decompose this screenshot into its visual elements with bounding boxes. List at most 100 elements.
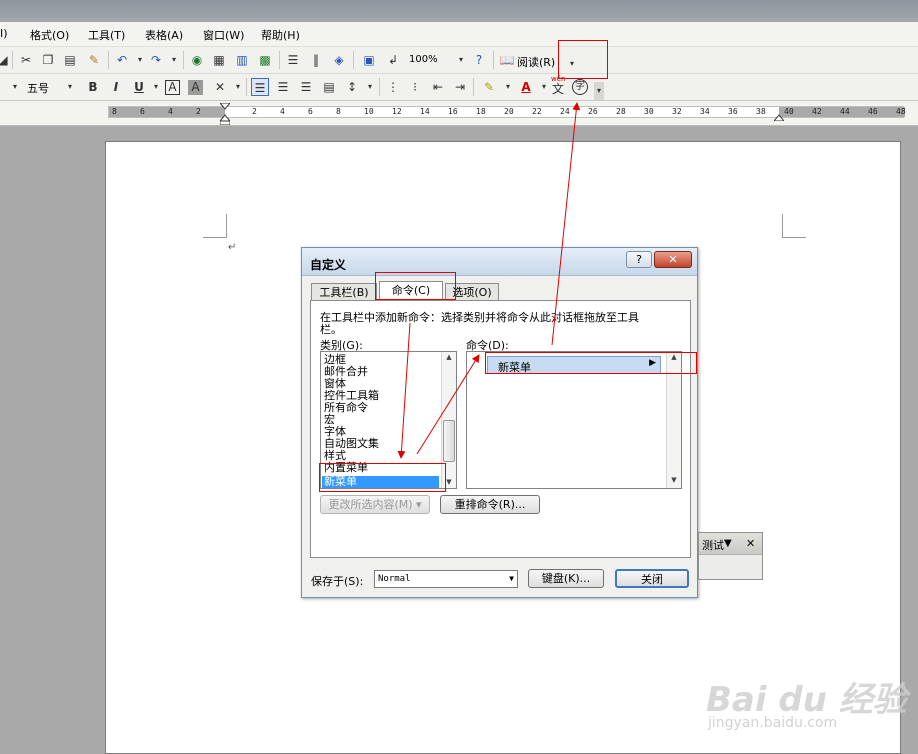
ruler-tick-label: 36 [728, 107, 738, 116]
line-spacing-icon[interactable]: ↕ [343, 78, 361, 96]
floating-toolbar-titlebar[interactable]: 测试 ▼ ✕ [699, 533, 762, 555]
highlight-dropdown-icon[interactable]: ▾ [499, 78, 517, 96]
annotation-box-toolbar-end [558, 40, 608, 79]
ruler-tick-label: 32 [672, 107, 682, 116]
show-hide-marks-icon[interactable]: ↲ [384, 51, 402, 69]
ruler-tick-label: 4 [280, 107, 285, 116]
menu-item-table[interactable]: 表格(A) [145, 27, 183, 43]
distributed-icon[interactable]: ▤ [320, 78, 338, 96]
menu-item-window[interactable]: 窗口(W) [203, 27, 244, 43]
phonetic-guide-button[interactable]: 文 [549, 80, 567, 98]
highlight-icon[interactable]: ✎ [480, 78, 498, 96]
insert-table-icon[interactable]: ▥ [233, 51, 251, 69]
hyperlink-icon[interactable]: ◉ [188, 51, 206, 69]
font-color-button[interactable]: A [517, 78, 535, 96]
insert-excel-icon[interactable]: ▩ [256, 51, 274, 69]
menu-item-tools[interactable]: 工具(T) [88, 27, 125, 43]
ruler-tick-label: 42 [812, 107, 822, 116]
tables-borders-icon[interactable]: ▦ [210, 51, 228, 69]
toolbar-separator [183, 51, 184, 69]
character-scaling-dropdown-icon[interactable]: ▾ [229, 78, 247, 96]
toolbar-options-chevron-icon[interactable]: ▾ [594, 82, 604, 100]
redo-dropdown-icon[interactable]: ▾ [165, 51, 183, 69]
ruler-tick-label: 6 [140, 107, 145, 116]
read-mode-label[interactable]: 阅读(R) [517, 54, 555, 70]
font-size-value[interactable]: 五号 [27, 80, 49, 96]
scroll-down-arrow-icon[interactable]: ▼ [667, 476, 681, 484]
underline-dropdown-icon[interactable]: ▾ [147, 78, 165, 96]
rearrange-commands-button[interactable]: 重排命令(R)... [440, 495, 540, 514]
format-painter-icon[interactable]: ✎ [85, 51, 103, 69]
enclosed-characters-button[interactable]: 字 [572, 79, 588, 95]
dialog-title: 自定义 [310, 258, 347, 272]
columns-icon[interactable]: ☰ [284, 51, 302, 69]
menu-item-help[interactable]: 帮助(H) [261, 27, 300, 43]
dialog-close-button[interactable]: ✕ [654, 251, 692, 268]
print-preview-icon[interactable]: ▣ [360, 51, 378, 69]
modify-selection-button[interactable]: 更改所选内容(M) ▾ [320, 495, 430, 514]
keyboard-button[interactable]: 键盘(K)... [528, 569, 604, 588]
redo-icon[interactable]: ↷ [147, 51, 165, 69]
formatting-toolbar: ▾ 五号 ▾ B I U ▾ A A ✕ ▾ ☰ ☰ ☰ ▤ ↕ ▾ ⋮ ⁝ ⇤… [0, 74, 918, 101]
line-spacing-dropdown-icon[interactable]: ▾ [361, 78, 379, 96]
menu-bar: I) 格式(O) 工具(T) 表格(A) 窗口(W) 帮助(H) [0, 22, 918, 47]
bold-button[interactable]: B [84, 78, 102, 96]
character-shading-button[interactable]: A [188, 80, 203, 95]
title-bar [0, 0, 918, 22]
scroll-up-arrow-icon[interactable]: ▲ [442, 353, 456, 361]
close-button[interactable]: 关闭 [615, 569, 689, 588]
zoom-value[interactable]: 100% [409, 54, 438, 65]
toolbar-separator [379, 78, 380, 96]
align-right-icon[interactable]: ☰ [297, 78, 315, 96]
numbering-icon[interactable]: ⋮ [384, 78, 402, 96]
ruler-tick-label: 24 [560, 107, 570, 116]
toolbar-options-dropdown-icon[interactable]: ▼ [724, 538, 732, 549]
close-icon[interactable]: ✕ [746, 537, 755, 550]
toolbar-separator [246, 78, 247, 96]
justify-icon[interactable]: ☰ [251, 78, 269, 96]
scroll-thumb[interactable] [443, 420, 455, 462]
watermark-url: jingyan.baidu.com [708, 715, 838, 731]
ruler-tick-label: 10 [364, 107, 374, 116]
character-scaling-icon[interactable]: ✕ [211, 78, 229, 96]
bullets-icon[interactable]: ⁝ [406, 78, 424, 96]
ruler-margin-left [109, 107, 225, 117]
paste-icon[interactable]: ▤ [61, 51, 79, 69]
ruler-tick-label: 38 [756, 107, 766, 116]
help-icon[interactable]: ? [470, 51, 488, 69]
save-in-combobox[interactable]: Normal ▼ [374, 570, 518, 588]
character-border-button[interactable]: A [165, 80, 180, 95]
ruler-tick-label: 12 [392, 107, 402, 116]
copy-icon[interactable]: ❐ [39, 51, 57, 69]
dropdown-arrow-icon[interactable]: ▼ [509, 571, 514, 587]
drawing-icon[interactable]: ‖ [307, 51, 325, 69]
ruler-tick-label: 18 [476, 107, 486, 116]
menu-item-format[interactable]: 格式(O) [30, 27, 69, 43]
decrease-indent-icon[interactable]: ⇤ [429, 78, 447, 96]
ruler-tick-label: 14 [420, 107, 430, 116]
increase-indent-icon[interactable]: ⇥ [451, 78, 469, 96]
font-name-dropdown-icon[interactable]: ▾ [6, 78, 24, 96]
customize-dialog: 自定义 ? ✕ 工具栏(B) 命令(C) 选项(O) 在工具栏中添加新命令：选择… [301, 247, 698, 598]
align-center-icon[interactable]: ☰ [274, 78, 292, 96]
document-map-icon[interactable]: ◈ [330, 51, 348, 69]
dialog-title-bar[interactable]: 自定义 ? ✕ [302, 248, 697, 276]
horizontal-ruler: 8 6 4 2 2 4 6 8 10 12 14 16 18 20 22 24 26 28 30 32 34 36 38 40… [0, 101, 918, 126]
font-size-dropdown-icon[interactable]: ▾ [61, 78, 79, 96]
save-in-label: 保存于(S): [311, 575, 364, 588]
research-icon[interactable]: ◢ [0, 51, 12, 69]
zoom-dropdown-icon[interactable]: ▾ [452, 51, 470, 69]
indent-marker-icon[interactable] [218, 102, 232, 126]
menu-item-insert-partial[interactable]: I) [0, 27, 8, 40]
right-indent-marker-icon[interactable] [772, 111, 786, 122]
toolbar-separator [473, 78, 474, 96]
undo-icon[interactable]: ↶ [113, 51, 131, 69]
cut-icon[interactable]: ✂ [17, 51, 35, 69]
read-mode-icon[interactable]: 📖 [498, 51, 516, 69]
dialog-help-button[interactable]: ? [626, 251, 652, 268]
toolbar-separator [493, 51, 494, 69]
underline-button[interactable]: U [130, 78, 148, 96]
italic-button[interactable]: I [107, 78, 125, 96]
annotation-box-commands-tab [375, 272, 456, 300]
ruler-tick-label: 48 [896, 107, 906, 116]
